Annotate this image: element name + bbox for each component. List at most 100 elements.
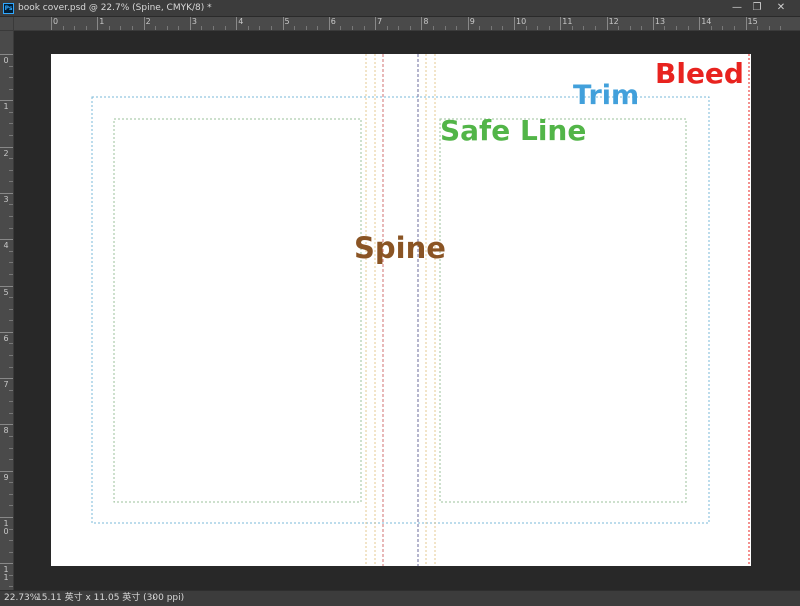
ruler-label: 8 bbox=[423, 17, 429, 26]
ruler-label: 4 bbox=[238, 17, 244, 26]
ruler-label: 1 bbox=[3, 102, 9, 112]
horizontal-ruler[interactable]: 0 1 2 3 4 5 6 7 8 9 10 11 12 13 14 15 bbox=[0, 17, 800, 31]
document-canvas[interactable] bbox=[51, 54, 751, 566]
ruler-label: 9 bbox=[469, 17, 475, 26]
ruler-minor-tick bbox=[398, 26, 400, 30]
ruler-label: 11 bbox=[562, 17, 573, 26]
ruler-major-tick bbox=[0, 563, 13, 565]
ruler-minor-tick bbox=[479, 26, 481, 30]
status-bar: 22.73% 15.11 英寸 x 11.05 英寸 (300 ppi) › bbox=[0, 590, 800, 606]
ruler-minor-tick bbox=[85, 26, 87, 30]
ruler-minor-tick bbox=[9, 412, 13, 414]
ruler-minor-tick bbox=[9, 320, 13, 322]
ruler-label: 2 bbox=[3, 148, 9, 158]
minimize-button[interactable]: — bbox=[728, 0, 746, 16]
ruler-minor-tick bbox=[641, 26, 643, 30]
close-button[interactable]: ✕ bbox=[772, 0, 790, 16]
trim-label: Trim bbox=[573, 80, 640, 111]
ruler-minor-tick bbox=[9, 135, 13, 137]
ruler-minor-tick bbox=[108, 26, 110, 30]
ruler-minor-tick bbox=[9, 482, 13, 484]
ruler-major-tick bbox=[0, 100, 13, 102]
ruler-label: 8 bbox=[3, 426, 9, 436]
ruler-minor-tick bbox=[340, 26, 342, 30]
maximize-button[interactable]: ❐ bbox=[748, 0, 766, 16]
ruler-minor-tick bbox=[9, 366, 13, 368]
ruler-minor-tick bbox=[9, 204, 13, 206]
ruler-major-tick bbox=[143, 17, 145, 30]
ruler-minor-tick bbox=[733, 26, 735, 30]
ruler-minor-tick bbox=[583, 26, 585, 30]
ruler-major-tick bbox=[0, 285, 13, 287]
ruler-origin-corner[interactable] bbox=[0, 17, 14, 31]
ruler-minor-tick bbox=[9, 447, 13, 449]
ruler-major-tick bbox=[51, 17, 52, 30]
ruler-minor-tick bbox=[687, 26, 689, 30]
ruler-minor-tick bbox=[9, 123, 13, 125]
ruler-minor-tick bbox=[62, 26, 64, 30]
ruler-minor-tick bbox=[9, 459, 13, 461]
ruler-major-tick bbox=[375, 17, 377, 30]
vertical-ruler[interactable]: 0 1 2 3 4 5 6 7 8 9 10 11 bbox=[0, 31, 14, 590]
ruler-minor-tick bbox=[9, 158, 13, 160]
ruler-major-tick bbox=[97, 17, 99, 30]
ruler-minor-tick bbox=[351, 26, 353, 30]
ruler-minor-tick bbox=[629, 26, 631, 30]
ruler-minor-tick bbox=[722, 26, 724, 30]
ruler-minor-tick bbox=[386, 26, 388, 30]
document-tab-bar: Ps book cover.psd @ 22.7% (Spine, CMYK/8… bbox=[0, 0, 800, 17]
ruler-major-tick bbox=[0, 378, 13, 380]
ruler-minor-tick bbox=[9, 262, 13, 264]
ruler-minor-tick bbox=[757, 26, 759, 30]
ruler-minor-tick bbox=[9, 169, 13, 171]
document-workspace[interactable] bbox=[14, 31, 800, 590]
chevron-right-icon[interactable]: › bbox=[152, 593, 156, 604]
ruler-major-tick bbox=[0, 146, 13, 148]
ruler-major-tick bbox=[189, 17, 191, 30]
ruler-label: 3 bbox=[191, 17, 197, 26]
ruler-minor-tick bbox=[432, 26, 434, 30]
ruler-label: 0 bbox=[3, 56, 9, 65]
ruler-minor-tick bbox=[74, 26, 76, 30]
ruler-minor-tick bbox=[9, 435, 13, 437]
document-tab-title[interactable]: book cover.psd @ 22.7% (Spine, CMYK/8) * bbox=[18, 2, 212, 14]
ruler-minor-tick bbox=[9, 227, 13, 229]
ruler-minor-tick bbox=[9, 250, 13, 252]
ruler-major-tick bbox=[236, 17, 238, 30]
ruler-minor-tick bbox=[525, 26, 527, 30]
ruler-label: 5 bbox=[284, 17, 290, 26]
ruler-major-tick bbox=[652, 17, 654, 30]
ruler-label: 9 bbox=[3, 472, 9, 482]
ruler-label: 15 bbox=[747, 17, 758, 26]
ruler-major-tick bbox=[560, 17, 562, 30]
ruler-label: 6 bbox=[3, 333, 9, 343]
ruler-label: 7 bbox=[3, 380, 9, 390]
zoom-level-field[interactable]: 22.73% bbox=[4, 593, 38, 604]
ruler-minor-tick bbox=[9, 354, 13, 356]
ruler-minor-tick bbox=[9, 273, 13, 275]
ruler-minor-tick bbox=[537, 26, 539, 30]
ruler-label: 10 bbox=[516, 17, 527, 26]
ruler-major-tick bbox=[745, 17, 747, 30]
ruler-minor-tick bbox=[259, 26, 261, 30]
safe-line-label: Safe Line bbox=[440, 114, 587, 147]
ruler-major-tick bbox=[0, 54, 13, 55]
ruler-minor-tick bbox=[9, 343, 13, 345]
ruler-minor-tick bbox=[9, 586, 13, 588]
ruler-minor-tick bbox=[9, 389, 13, 391]
ruler-minor-tick bbox=[9, 88, 13, 90]
ruler-minor-tick bbox=[9, 111, 13, 113]
photoshop-icon: Ps bbox=[3, 3, 14, 14]
ruler-minor-tick bbox=[571, 26, 573, 30]
ruler-minor-tick bbox=[409, 26, 411, 30]
ruler-minor-tick bbox=[132, 26, 134, 30]
ruler-major-tick bbox=[699, 17, 701, 30]
ruler-minor-tick bbox=[9, 216, 13, 218]
ruler-label: 7 bbox=[377, 17, 383, 26]
ruler-minor-tick bbox=[9, 540, 13, 542]
ruler-minor-tick bbox=[9, 297, 13, 299]
ruler-major-tick bbox=[328, 17, 330, 30]
ruler-minor-tick bbox=[676, 26, 678, 30]
ruler-minor-tick bbox=[9, 65, 13, 67]
ruler-label: 13 bbox=[654, 17, 666, 26]
